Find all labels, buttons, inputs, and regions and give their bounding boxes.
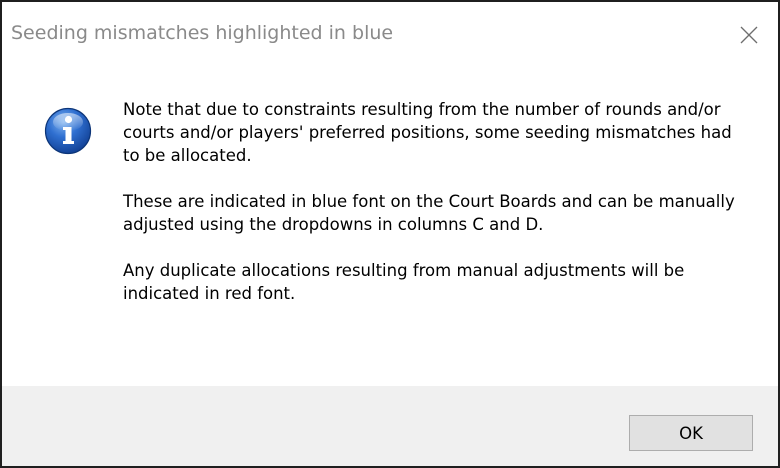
message-paragraph-3: Any duplicate allocations resulting from… [123,261,685,303]
button-bar: OK [2,386,778,466]
dialog-message: Note that due to constraints resulting f… [123,98,753,328]
message-paragraph-2: These are indicated in blue font on the … [123,192,735,234]
ok-button[interactable]: OK [629,415,753,451]
close-button[interactable] [720,2,778,68]
message-paragraph-1: Note that due to constraints resulting f… [123,100,732,165]
title-bar[interactable]: Seeding mismatches highlighted in blue [2,2,778,68]
close-icon [740,26,758,44]
message-dialog: Seeding mismatches highlighted in blue N… [0,0,780,468]
dialog-content: Note that due to constraints resulting f… [2,68,778,386]
information-icon [44,107,92,155]
dialog-title: Seeding mismatches highlighted in blue [11,22,394,44]
